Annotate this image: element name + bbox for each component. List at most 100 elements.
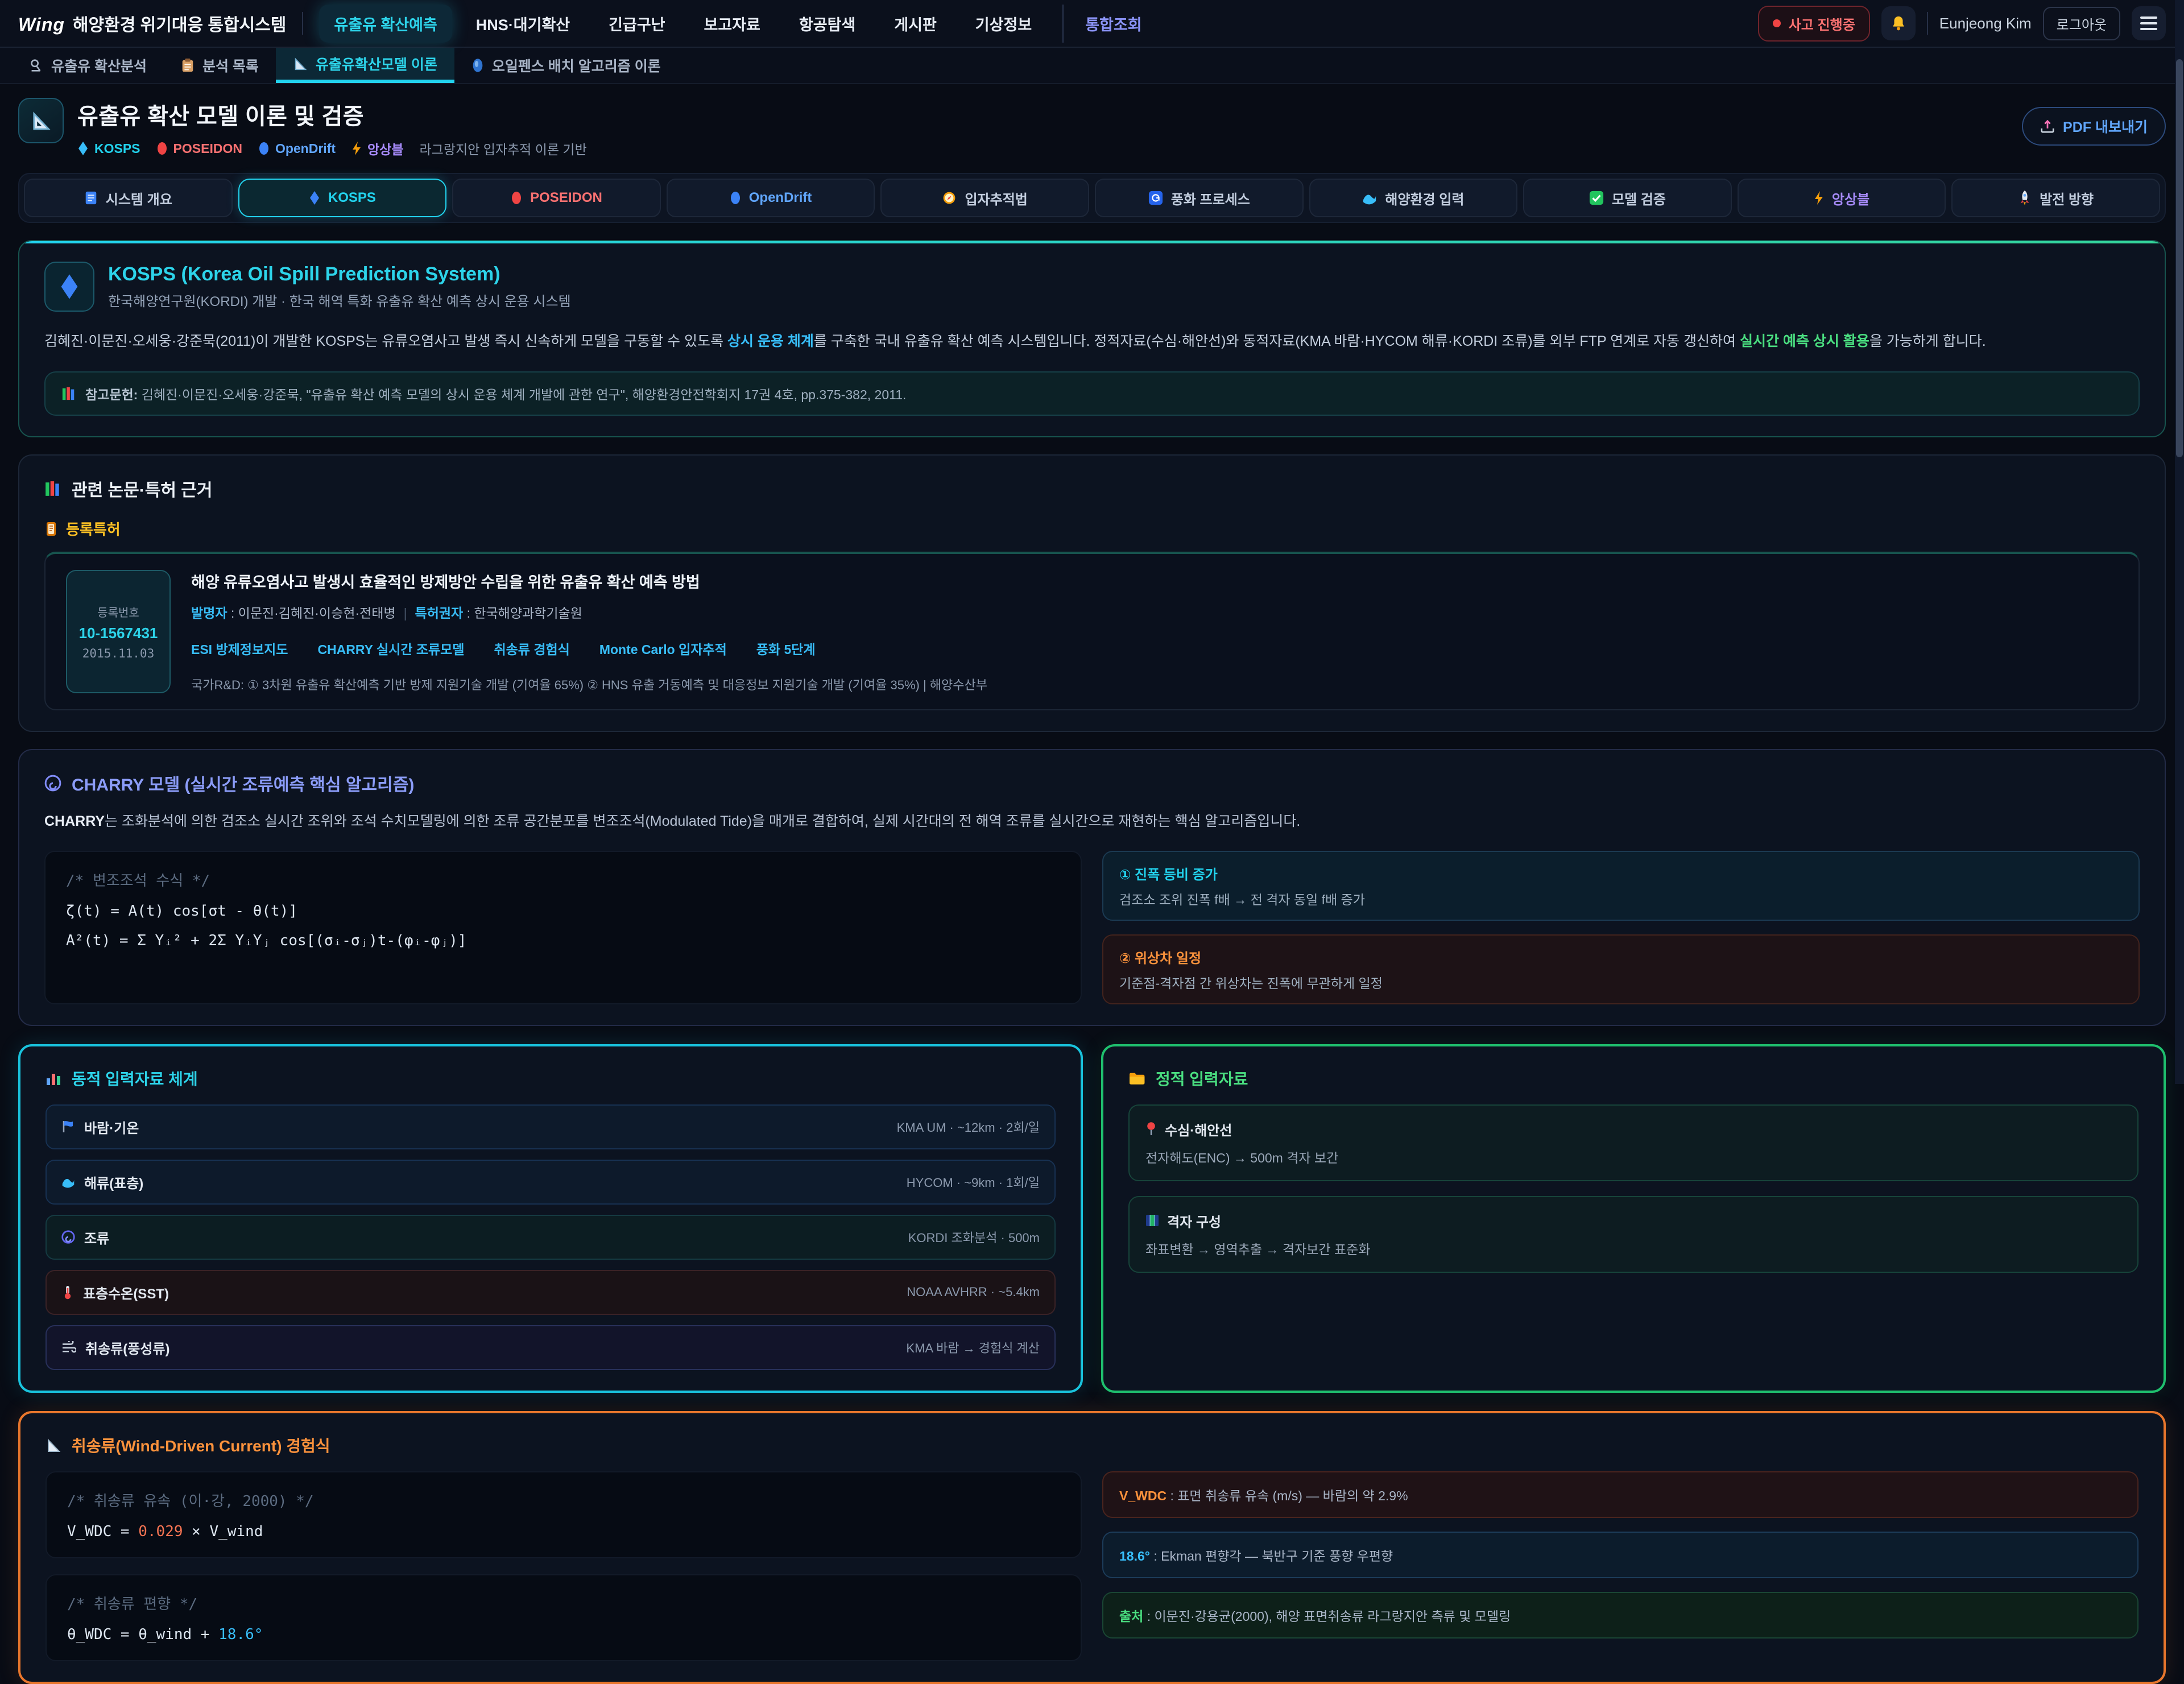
incident-status-badge[interactable]: 사고 진행중 <box>1758 6 1870 42</box>
tab-analysis-list[interactable]: 분석 목록 <box>164 48 276 83</box>
nav-item-reports[interactable]: 보고자료 <box>689 5 775 43</box>
microscope-icon <box>28 58 43 73</box>
amplitude-note: ① 진폭 등비 증가 검조소 조위 진폭 f배 → 전 격자 동일 f배 증가 <box>1102 851 2140 921</box>
triangle-ruler-icon <box>46 1437 61 1453</box>
phase-note: ② 위상차 일정 기준점-격자점 간 위상차는 진폭에 무관하게 일정 <box>1102 934 2140 1004</box>
divider <box>1927 12 1928 35</box>
incident-status-label: 사고 진행중 <box>1789 14 1855 34</box>
scrollbar-thumb[interactable] <box>2176 59 2183 457</box>
static-inputs-header: 정적 입력자료 <box>1128 1067 2138 1090</box>
diamond-icon <box>309 191 320 205</box>
tab-oil-boom-theory[interactable]: 오일펜스 배치 알고리즘 이론 <box>454 48 678 83</box>
lightning-icon <box>351 142 362 155</box>
nav-item-aerial-search[interactable]: 항공탐색 <box>784 5 870 43</box>
formula-theta: θ_WDC = θ_wind + 18.6° <box>67 1626 1060 1643</box>
wdc-note-speed: V_WDC : 표면 취송류 유속 (m/s) — 바람의 약 2.9% <box>1102 1471 2138 1518</box>
tab-spill-analysis[interactable]: 유출유 확산분석 <box>11 48 164 83</box>
compass-icon <box>942 191 957 205</box>
chip-ensemble[interactable]: 앙상블 <box>1738 179 1946 217</box>
chip-kosps[interactable]: KOSPS <box>238 179 447 217</box>
bell-icon <box>1890 15 1907 32</box>
chip-opendrift[interactable]: OpenDrift <box>667 179 875 217</box>
charry-description: CHARRY는 조화분석에 의한 검조소 실시간 조위와 조석 수치모델링에 의… <box>44 809 2140 834</box>
spiral-icon <box>61 1230 75 1244</box>
patent-tag[interactable]: Monte Carlo 입자추적 <box>599 639 727 658</box>
dynamic-row-tide[interactable]: 조류 KORDI 조화분석 · 500m <box>46 1215 1056 1260</box>
patent-tag[interactable]: 풍화 5단계 <box>756 639 816 658</box>
chip-poseidon[interactable]: POSEIDON <box>452 179 661 217</box>
poseidon-badge: POSEIDON <box>156 141 242 156</box>
tab-label: 유출유 확산분석 <box>51 55 147 76</box>
books-icon <box>61 386 76 401</box>
nav-item-board[interactable]: 게시판 <box>879 5 952 43</box>
opendrift-badge: OpenDrift <box>258 141 336 156</box>
rocket-icon <box>2018 191 2032 205</box>
chip-marine-env-input[interactable]: 해양환경 입력 <box>1309 179 1518 217</box>
notification-button[interactable] <box>1881 6 1916 40</box>
inventors-value: : 이문진·김혜진·이승현·전태병 <box>227 606 395 620</box>
code-comment: /* 변조조석 수식 */ <box>66 869 1060 890</box>
page-scrollbar[interactable] <box>2175 0 2184 1084</box>
kosps-section: KOSPS (Korea Oil Spill Prediction System… <box>18 240 2166 437</box>
nav-item-rescue[interactable]: 긴급구난 <box>594 5 680 43</box>
nav-item-integrated-search[interactable]: 통합조회 <box>1062 5 1156 43</box>
dynamic-row-wind[interactable]: 바람·기온 KMA UM · ~12km · 2회/일 <box>46 1104 1056 1149</box>
pdf-export-button[interactable]: PDF 내보내기 <box>2022 107 2166 146</box>
wdc-note-source: 출처 : 이문진·강용균(2000), 해양 표면취송류 라그랑지안 측류 및 … <box>1102 1592 2138 1639</box>
patent-tag[interactable]: CHARRY 실시간 조류모델 <box>317 639 464 658</box>
assignee-value: : 한국해양과학기술원 <box>463 606 582 620</box>
dynamic-row-wdc[interactable]: 취송류(풍성류) KMA 바람 → 경험식 계산 <box>46 1325 1056 1370</box>
badge-note: 라그랑지안 입자추적 이론 기반 <box>420 139 587 158</box>
kosps-header: KOSPS (Korea Oil Spill Prediction System… <box>44 262 2140 312</box>
user-name: Eunjeong Kim <box>1939 15 2032 32</box>
system-title: 해양환경 위기대응 통합시스템 <box>73 11 286 36</box>
dynamic-inputs-header: 동적 입력자료 체계 <box>46 1067 1056 1090</box>
circle-red-icon <box>511 191 522 205</box>
tab-label: 오일펜스 배치 알고리즘 이론 <box>492 55 661 76</box>
wind-dash-icon <box>61 1341 76 1354</box>
check-icon <box>1589 191 1604 205</box>
amplitude-note-body: 검조소 조위 진폭 f배 → 전 격자 동일 f배 증가 <box>1119 889 2123 908</box>
dynamic-row-current[interactable]: 해류(표층) HYCOM · ~9km · 1회/일 <box>46 1160 1056 1205</box>
chip-model-validation[interactable]: 모델 검증 <box>1523 179 1732 217</box>
menu-button[interactable] <box>2132 6 2166 40</box>
top-nav: Wing 해양환경 위기대응 통합시스템 유출유 확산예측 HNS·대기확산 긴… <box>0 0 2184 48</box>
chip-system-overview[interactable]: 시스템 개요 <box>24 179 233 217</box>
chip-particle-tracking[interactable]: 입자추적법 <box>880 179 1089 217</box>
tab-model-theory[interactable]: 유출유확산모델 이론 <box>276 48 454 83</box>
main-content: 유출유 확산 모델 이론 및 검증 KOSPS POSEIDON OpenDri… <box>0 98 2184 1684</box>
circle-red-icon <box>156 142 168 155</box>
status-dot-icon <box>1773 19 1781 27</box>
wdc-notes-column: V_WDC : 표면 취송류 유속 (m/s) — 바람의 약 2.9% 18.… <box>1102 1471 2138 1661</box>
clipboard-icon <box>181 58 195 73</box>
pdf-export-label: PDF 내보내기 <box>2063 116 2148 136</box>
nav-item-oil-spill-prediction[interactable]: 유출유 확산예측 <box>319 5 452 43</box>
static-item-grid[interactable]: 격자 구성 좌표변환 → 영역추출 → 격자보간 표준화 <box>1128 1196 2138 1273</box>
patent-tag[interactable]: 취송류 경험식 <box>494 639 569 658</box>
nav-item-weather[interactable]: 기상정보 <box>961 5 1046 43</box>
charry-notes: ① 진폭 등비 증가 검조소 조위 진폭 f배 → 전 격자 동일 f배 증가 … <box>1102 851 2140 1004</box>
formula-amplitude: A²(t) = Σ Yᵢ² + 2Σ YᵢYⱼ cos[(σᵢ-σⱼ)t-(φᵢ… <box>66 932 1060 949</box>
dynamic-inputs-card: 동적 입력자료 체계 바람·기온 KMA UM · ~12km · 2회/일 <box>18 1044 1083 1393</box>
wdc-grid: /* 취송류 유속 (이·강, 2000) */ V_WDC = 0.029 ×… <box>46 1471 2138 1661</box>
charry-section: CHARRY 모델 (실시간 조류예측 핵심 알고리즘) CHARRY는 조화분… <box>18 749 2166 1026</box>
static-item-desc: 좌표변환 → 영역추출 → 격자보간 표준화 <box>1145 1239 2121 1258</box>
app-logo: Wing 해양환경 위기대응 통합시스템 <box>18 11 286 36</box>
papers-patents-section: 관련 논문·특허 근거 등록특허 등록번호 10-1567431 2015.11… <box>18 454 2166 732</box>
modulated-tide-code-block: /* 변조조석 수식 */ ζ(t) = A(t) cos[σt - θ(t)]… <box>44 851 1082 1004</box>
wdc-note-ekman: 18.6° : Ekman 편향각 — 북반구 기준 풍향 우편향 <box>1102 1532 2138 1578</box>
static-item-depth-coastline[interactable]: 수심·해안선 전자해도(ENC) → 500m 격자 보간 <box>1128 1104 2138 1181</box>
wdc-deflection-code-block: /* 취송류 편향 */ θ_WDC = θ_wind + 18.6° <box>46 1574 1082 1661</box>
page-header: 유출유 확산 모델 이론 및 검증 KOSPS POSEIDON OpenDri… <box>18 98 2166 158</box>
main-menu: 유출유 확산예측 HNS·대기확산 긴급구난 보고자료 항공탐색 게시판 기상정… <box>319 5 1742 43</box>
chip-weathering[interactable]: 풍화 프로세스 <box>1095 179 1304 217</box>
logout-button[interactable]: 로그아웃 <box>2043 7 2120 40</box>
chip-future-direction[interactable]: 발전 방향 <box>1951 179 2160 217</box>
scroll-icon <box>44 521 58 537</box>
nav-item-hns[interactable]: HNS·대기확산 <box>461 5 585 43</box>
kosps-icon-box <box>44 262 94 312</box>
patent-tag[interactable]: ESI 방제정보지도 <box>191 639 288 658</box>
dynamic-inputs-title: 동적 입력자료 체계 <box>72 1067 198 1090</box>
dynamic-row-sst[interactable]: 표층수온(SST) NOAA AVHRR · ~5.4km <box>46 1270 1056 1315</box>
charry-title: CHARRY 모델 (실시간 조류예측 핵심 알고리즘) <box>72 771 414 796</box>
